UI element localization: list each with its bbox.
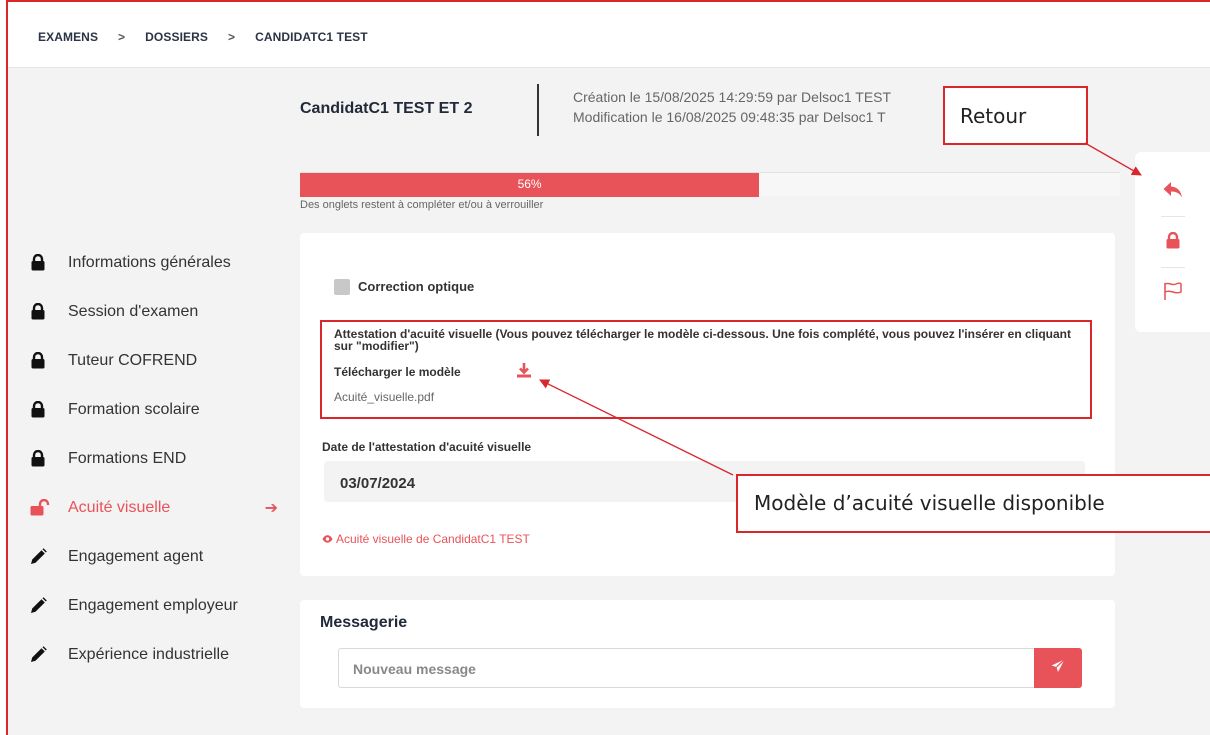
record-meta: Création le 15/08/2025 14:29:59 par Dels…	[573, 87, 891, 127]
sidebar-item-label: Engagement employeur	[68, 596, 238, 614]
return-icon[interactable]	[1161, 180, 1185, 200]
sidebar-item-label: Engagement agent	[68, 547, 204, 565]
breadcrumb-separator: >	[227, 30, 236, 44]
correction-optique-checkbox[interactable]	[334, 279, 350, 295]
sidebar-item-label: Informations générales	[68, 253, 231, 271]
actions-divider	[1161, 267, 1185, 268]
arrow-right-icon: ➔	[264, 499, 278, 517]
actions-divider	[1161, 216, 1185, 217]
messaging-title: Messagerie	[320, 614, 408, 631]
sidebar-item-label: Expérience industrielle	[68, 645, 229, 663]
annotation-modele-disponible: Modèle d’acuité visuelle disponible	[736, 474, 1210, 533]
view-acuity-link[interactable]: Acuité visuelle de CandidatC1 TEST	[322, 532, 530, 546]
actions-panel	[1135, 152, 1210, 332]
sidebar-item-acuite-visuelle[interactable]: Acuité visuelle ➔	[30, 483, 300, 532]
new-message-input[interactable]: Nouveau message	[338, 648, 1034, 688]
lock-icon[interactable]	[1161, 232, 1185, 249]
sidebar-item-label: Tuteur COFREND	[68, 351, 198, 369]
sidebar-item-formation-scolaire[interactable]: Formation scolaire	[30, 385, 300, 434]
eye-icon	[322, 532, 333, 546]
sidebar-item-engagement-employeur[interactable]: Engagement employeur	[30, 581, 300, 630]
send-message-button[interactable]	[1034, 648, 1082, 688]
sidebar-item-session-examen[interactable]: Session d'examen	[30, 287, 300, 336]
breadcrumb: EXAMENS > DOSSIERS > CANDIDATC1 TEST	[38, 30, 368, 44]
send-icon	[1051, 658, 1065, 678]
attestation-section: Attestation d'acuité visuelle (Vous pouv…	[320, 320, 1092, 419]
sidebar-item-label: Formation scolaire	[68, 400, 200, 418]
pencil-icon	[30, 548, 68, 565]
breadcrumb-item-dossiers[interactable]: DOSSIERS	[145, 30, 208, 44]
download-icon[interactable]	[516, 362, 532, 383]
creation-info: Création le 15/08/2025 14:29:59 par Dels…	[573, 89, 892, 105]
lock-icon	[30, 254, 68, 271]
breadcrumb-separator: >	[118, 30, 126, 44]
sidebar-item-tuteur-cofrend[interactable]: Tuteur COFREND	[30, 336, 300, 385]
breadcrumb-item-candidat: CANDIDATC1 TEST	[255, 30, 368, 44]
sidebar: Informations générales Session d'examen …	[30, 238, 300, 679]
pencil-icon	[30, 597, 68, 614]
view-acuity-link-label: Acuité visuelle de CandidatC1 TEST	[336, 532, 530, 546]
progress-note: Des onglets restent à compléter et/ou à …	[300, 199, 544, 211]
messaging-card: Messagerie Nouveau message	[300, 600, 1115, 708]
attestation-title: Attestation d'acuité visuelle (Vous pouv…	[334, 327, 1072, 353]
lock-icon	[30, 401, 68, 418]
download-template-label: Télécharger le modèle	[334, 365, 461, 379]
annotation-retour: Retour	[943, 86, 1088, 145]
sidebar-item-formations-end[interactable]: Formations END	[30, 434, 300, 483]
flag-icon[interactable]	[1161, 282, 1185, 300]
sidebar-item-experience-industrielle[interactable]: Expérience industrielle	[30, 630, 300, 679]
progress-fill: 56%	[300, 173, 760, 197]
correction-optique-label: Correction optique	[358, 279, 475, 294]
page-title: CandidatC1 TEST ET 2	[300, 100, 473, 117]
sidebar-item-label: Acuité visuelle	[68, 498, 171, 516]
sidebar-item-label: Formations END	[68, 449, 187, 467]
breadcrumb-bar: EXAMENS > DOSSIERS > CANDIDATC1 TEST	[8, 2, 1210, 68]
lock-icon	[30, 303, 68, 320]
breadcrumb-item-examens[interactable]: EXAMENS	[38, 30, 98, 44]
sidebar-item-engagement-agent[interactable]: Engagement agent	[30, 532, 300, 581]
pencil-icon	[30, 646, 68, 663]
attestation-file-name[interactable]: Acuité_visuelle.pdf	[334, 390, 434, 404]
lock-icon	[30, 450, 68, 467]
attestation-date-label: Date de l'attestation d'acuité visuelle	[322, 440, 532, 454]
sidebar-item-informations-generales[interactable]: Informations générales	[30, 238, 300, 287]
lock-icon	[30, 352, 68, 369]
modification-info: Modification le 16/08/2025 09:48:35 par …	[573, 109, 886, 125]
sidebar-item-label: Session d'examen	[68, 302, 199, 320]
header-divider	[537, 84, 539, 136]
progress-bar: 56%	[300, 172, 1120, 197]
unlock-icon	[30, 499, 68, 516]
